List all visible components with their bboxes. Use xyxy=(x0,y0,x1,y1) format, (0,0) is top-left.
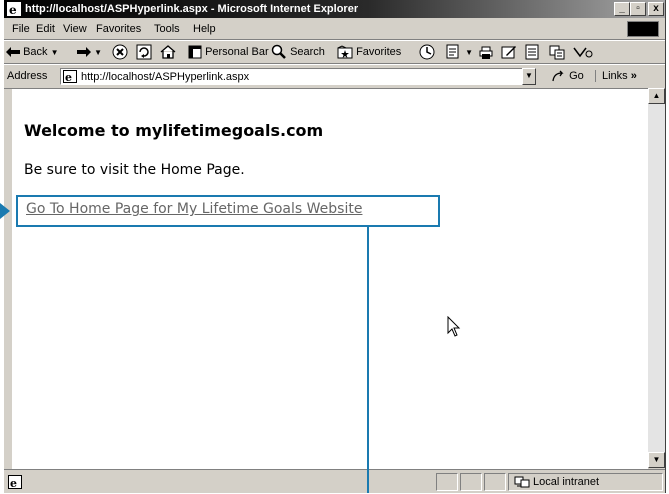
chevron-down-icon: ▼ xyxy=(50,48,59,57)
address-url: http://localhost/ASPHyperlink.aspx xyxy=(81,71,250,83)
local-intranet-icon xyxy=(514,476,530,488)
stop-icon xyxy=(112,44,128,60)
toolbar: Back ▼ ▼ Personal Bar Search Favorites ▼ xyxy=(4,40,665,64)
svg-text:e: e xyxy=(65,71,72,83)
address-dropdown-button[interactable]: ▼ xyxy=(522,68,536,85)
print-button[interactable] xyxy=(478,41,494,63)
home-button[interactable] xyxy=(160,41,176,63)
callout-arrow xyxy=(0,203,10,219)
search-icon xyxy=(271,44,286,59)
go-arrow-icon xyxy=(552,70,564,82)
title-bar: e http://localhost/ASPHyperlink.aspx - M… xyxy=(4,0,665,18)
chevron-down-icon: ▼ xyxy=(465,48,473,57)
chevron-down-icon: ▼ xyxy=(525,71,533,80)
mouse-cursor-icon xyxy=(447,316,461,337)
history-icon xyxy=(419,44,435,60)
menu-view[interactable]: View xyxy=(63,19,87,39)
callout-leader-line xyxy=(367,227,369,493)
refresh-button[interactable] xyxy=(136,41,152,63)
go-label: Go xyxy=(569,70,584,82)
favorites-label: Favorites xyxy=(356,46,402,58)
personal-bar-button[interactable]: Personal Bar xyxy=(188,41,269,63)
status-cell xyxy=(436,473,458,491)
page-heading: Welcome to mylifetimegoals.com xyxy=(24,121,324,140)
links-button[interactable]: Links » xyxy=(595,70,637,82)
menu-file[interactable]: File xyxy=(12,19,30,39)
page-paragraph: Be sure to visit the Home Page. xyxy=(24,162,245,178)
chevron-down-icon: ▼ xyxy=(652,455,661,464)
mail-icon xyxy=(446,44,459,59)
forward-button[interactable]: ▼ xyxy=(77,41,102,63)
status-cell xyxy=(484,473,506,491)
minimize-button[interactable]: _ xyxy=(614,2,630,16)
page-icon: e xyxy=(63,70,77,83)
svg-text:e: e xyxy=(9,3,17,16)
mail-button[interactable]: ▼ xyxy=(446,41,473,63)
scroll-up-button[interactable]: ▲ xyxy=(648,88,665,104)
maximize-button[interactable]: ▫ xyxy=(630,2,646,16)
discuss-button[interactable] xyxy=(525,41,539,63)
menu-tools[interactable]: Tools xyxy=(154,19,180,39)
back-label: Back xyxy=(23,46,48,58)
search-button[interactable]: Search xyxy=(271,41,325,63)
close-button[interactable]: x xyxy=(648,2,664,16)
favorites-button[interactable]: Favorites xyxy=(337,41,401,63)
ie-icon: e xyxy=(7,2,21,16)
edit-icon xyxy=(501,46,516,59)
menu-favorites[interactable]: Favorites xyxy=(96,19,141,39)
address-label: Address xyxy=(7,70,48,82)
scroll-down-button[interactable]: ▼ xyxy=(648,452,665,468)
page-status-icon: e xyxy=(8,475,22,489)
edit-button[interactable] xyxy=(501,41,517,63)
status-bar: e Local intranet xyxy=(4,469,665,494)
zone-label: Local intranet xyxy=(533,476,600,488)
messenger-button[interactable] xyxy=(549,41,565,63)
related-icon xyxy=(573,47,593,58)
chevron-up-icon: ▲ xyxy=(652,91,661,100)
stop-button[interactable] xyxy=(112,41,128,63)
print-icon xyxy=(479,46,493,60)
menu-help[interactable]: Help xyxy=(193,19,216,39)
forward-arrow-icon xyxy=(77,47,91,58)
svg-text:e: e xyxy=(10,477,17,489)
refresh-icon xyxy=(136,44,152,60)
links-label: Links xyxy=(602,70,628,82)
go-button[interactable]: Go xyxy=(552,70,584,82)
menu-bar: File Edit View Favorites Tools Help xyxy=(4,19,665,40)
history-button[interactable] xyxy=(419,41,435,63)
windows-logo-icon xyxy=(627,21,659,37)
back-arrow-icon xyxy=(6,47,20,58)
menu-edit[interactable]: Edit xyxy=(36,19,55,39)
back-button[interactable]: Back ▼ xyxy=(6,41,59,63)
personal-bar-icon xyxy=(188,45,202,59)
home-icon xyxy=(160,45,176,59)
search-label: Search xyxy=(290,46,325,58)
messenger-icon xyxy=(549,45,565,60)
chevron-right-icon: » xyxy=(630,70,637,82)
window-title: http://localhost/ASPHyperlink.aspx - Mic… xyxy=(25,3,359,15)
home-page-hyperlink[interactable]: Go To Home Page for My Lifetime Goals We… xyxy=(26,201,362,217)
address-input[interactable]: e http://localhost/ASPHyperlink.aspx xyxy=(60,68,536,85)
status-cell xyxy=(460,473,482,491)
chevron-down-icon: ▼ xyxy=(94,48,102,57)
address-bar: Address e http://localhost/ASPHyperlink.… xyxy=(4,64,665,89)
discuss-icon xyxy=(525,44,539,60)
vertical-scrollbar[interactable]: ▲ ▼ xyxy=(648,88,665,468)
browser-window: e http://localhost/ASPHyperlink.aspx - M… xyxy=(3,0,666,493)
related-button[interactable] xyxy=(573,41,593,63)
page-content: Welcome to mylifetimegoals.com Be sure t… xyxy=(12,88,648,469)
personal-bar-label: Personal Bar xyxy=(205,46,269,58)
favorites-icon xyxy=(337,45,353,59)
